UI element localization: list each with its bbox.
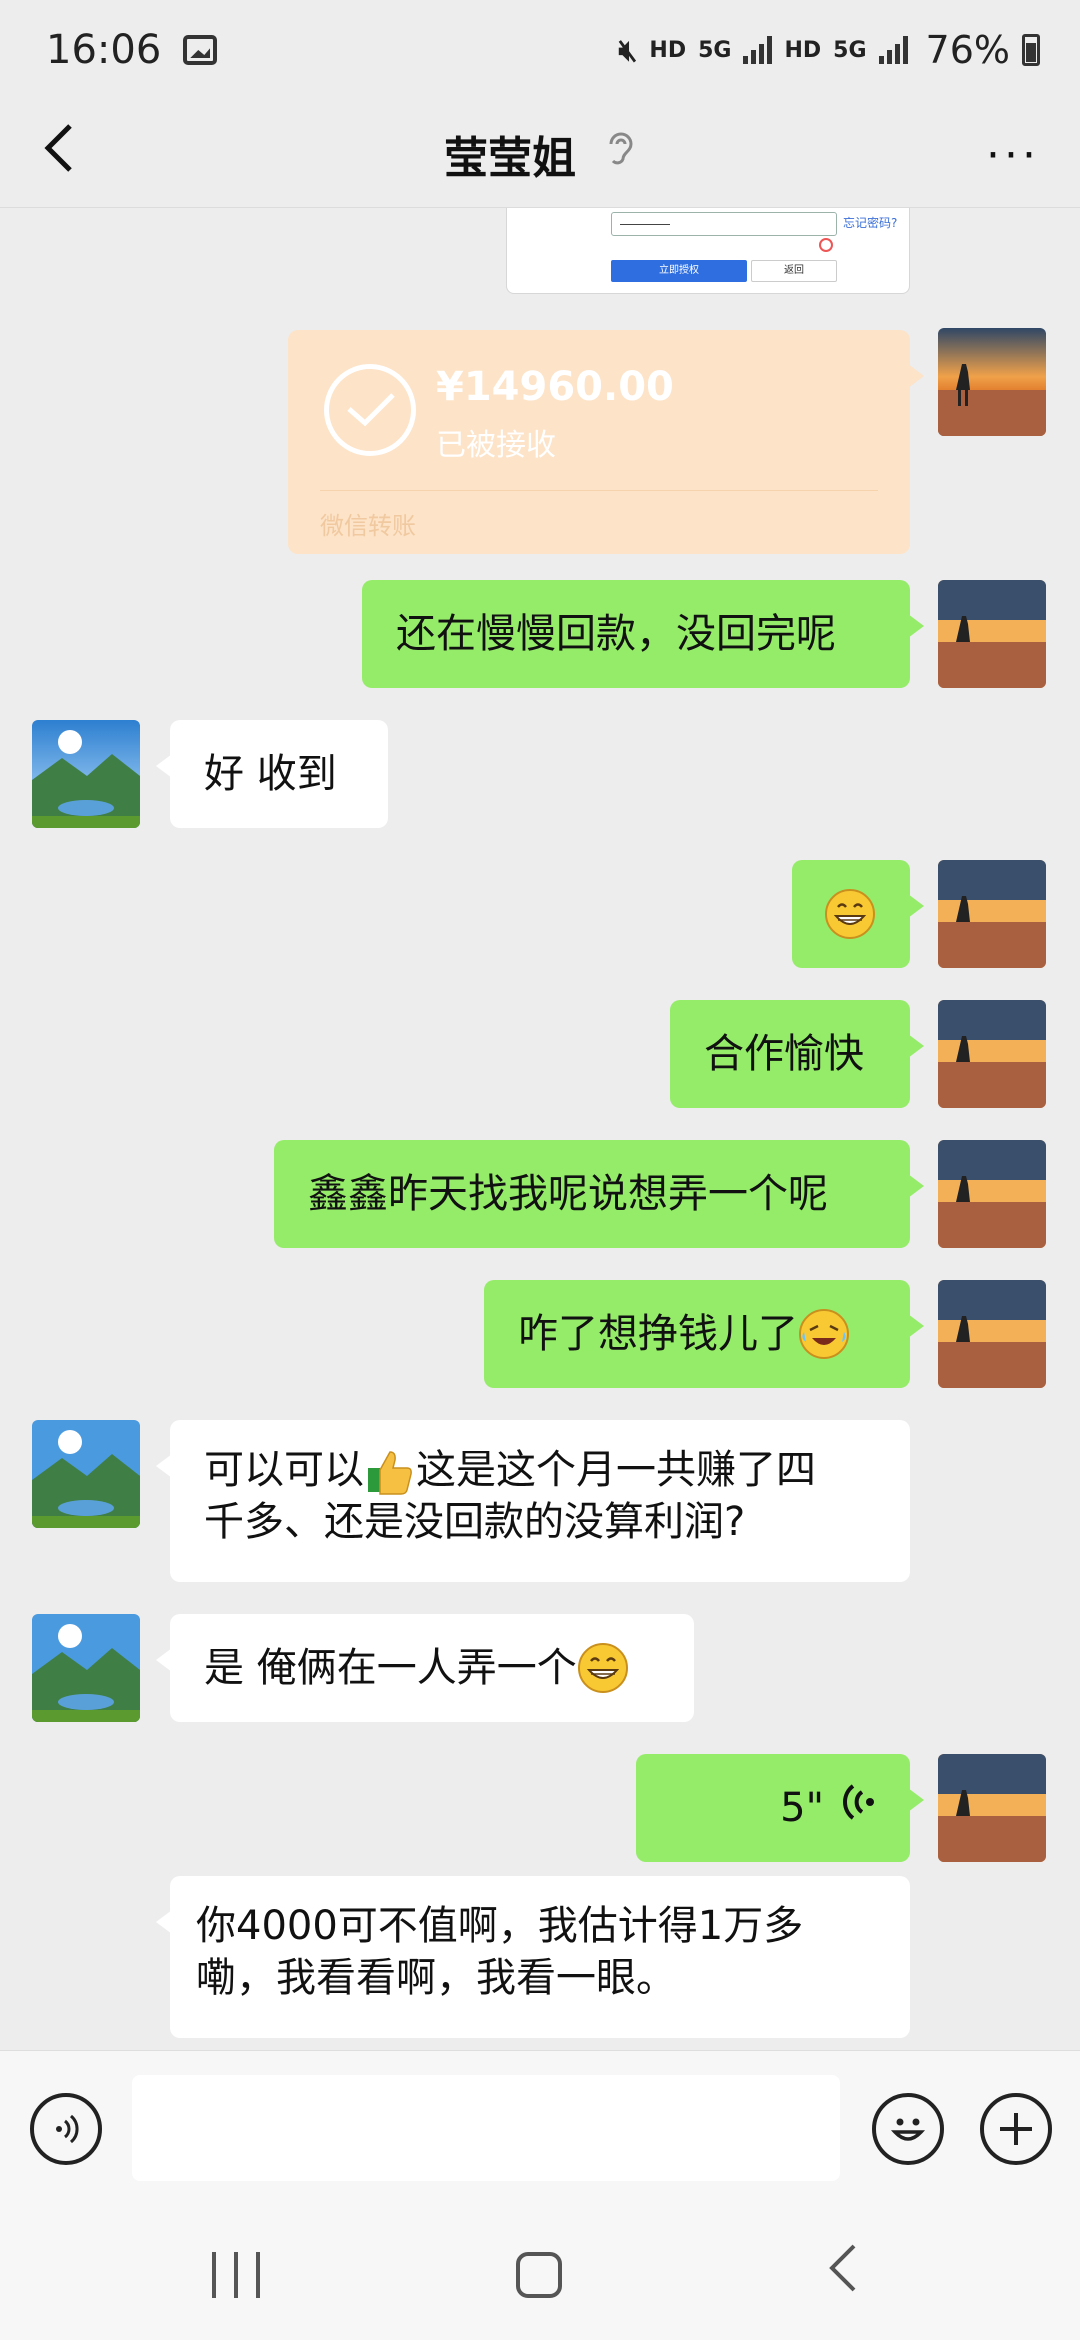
- signal-icon: [743, 36, 773, 64]
- divider: [320, 490, 878, 491]
- my-avatar[interactable]: [938, 860, 1046, 968]
- hd-label: HD: [784, 37, 822, 63]
- message-bubble[interactable]: 你4000可不值啊，我估计得1万多 嘞，我看看啊，我看一眼。: [156, 1876, 910, 2038]
- password-field-image: [611, 212, 837, 236]
- battery-icon: [1022, 34, 1040, 66]
- message-bubble[interactable]: 合作愉快: [670, 1000, 924, 1108]
- hd-label: HD: [649, 37, 687, 63]
- chat-header: 莹莹姐 ···: [0, 100, 1080, 208]
- transfer-status: 已被接收: [436, 428, 556, 463]
- mute-icon: 🔇︎: [618, 32, 638, 68]
- my-avatar[interactable]: [938, 1280, 1046, 1388]
- battery-percent: 76%: [925, 28, 1010, 72]
- back-button-image: 返回: [751, 260, 837, 282]
- grinning-face-icon: [577, 1642, 629, 1694]
- status-indicators: 🔇︎ HD 5G HD 5G 76%: [618, 28, 1040, 72]
- message-list[interactable]: 忘记密码? 立即授权 返回 ¥14960.00 已被接收 微信转账 还在慢慢回款…: [0, 208, 1080, 2050]
- message-text: 是 俺俩在一人弄一个: [204, 1645, 577, 1691]
- more-button[interactable]: ···: [986, 130, 1040, 181]
- contact-avatar[interactable]: [32, 1614, 140, 1722]
- transfer-label: 微信转账: [320, 512, 416, 540]
- system-navigation-bar: [0, 2210, 1080, 2340]
- network-label: 5G: [833, 37, 867, 63]
- input-bar: [0, 2050, 1080, 2210]
- message-bubble[interactable]: 还在慢慢回款，没回完呢: [362, 580, 924, 688]
- emoji-icon: [890, 2118, 926, 2141]
- back-button[interactable]: [40, 118, 100, 188]
- message-text: 可以可以: [204, 1447, 364, 1493]
- check-circle-icon: [324, 364, 416, 456]
- message-text: 还在慢慢回款，没回完呢: [396, 611, 836, 657]
- my-avatar[interactable]: [938, 580, 1046, 688]
- message-text: 这是这个月一共赚了四: [416, 1447, 816, 1493]
- plus-icon: [1000, 2113, 1032, 2145]
- transfer-amount: ¥14960.00: [436, 364, 674, 410]
- emoji-button[interactable]: [872, 2093, 944, 2165]
- message-text: 鑫鑫昨天找我呢说想弄一个呢: [308, 1171, 828, 1217]
- message-bubble[interactable]: 可以可以 这是这个月一共赚了四 千多、还是没回款的没算利润?: [156, 1420, 910, 1582]
- voice-message[interactable]: 5": [636, 1754, 924, 1862]
- message-input[interactable]: [132, 2075, 840, 2181]
- transfer-message[interactable]: ¥14960.00 已被接收 微信转账: [288, 330, 924, 554]
- message-text: 好 收到: [204, 751, 337, 797]
- status-bar: 16:06 🔇︎ HD 5G HD 5G 76%: [0, 0, 1080, 100]
- authorize-button-image: 立即授权: [611, 260, 747, 282]
- system-back-button[interactable]: [826, 2240, 860, 2311]
- status-time: 16:06: [46, 27, 162, 73]
- message-bubble[interactable]: 咋了想挣钱儿了: [484, 1280, 924, 1388]
- more-actions-button[interactable]: [980, 2093, 1052, 2165]
- chat-title: 莹莹姐: [444, 132, 576, 184]
- my-avatar[interactable]: [938, 1000, 1046, 1108]
- contact-avatar[interactable]: [32, 720, 140, 828]
- forgot-password-link: 忘记密码?: [843, 216, 898, 230]
- message-bubble[interactable]: [792, 860, 924, 968]
- message-bubble[interactable]: 好 收到: [156, 720, 388, 828]
- error-dot: [819, 238, 833, 252]
- message-bubble[interactable]: 是 俺俩在一人弄一个: [156, 1614, 694, 1722]
- image-message[interactable]: 忘记密码? 立即授权 返回: [506, 208, 910, 294]
- my-avatar[interactable]: [938, 1140, 1046, 1248]
- voice-icon: [56, 2114, 79, 2144]
- chevron-left-icon: [44, 124, 72, 172]
- network-label: 5G: [698, 37, 732, 63]
- message-text: 嘞，我看看啊，我看一眼。: [196, 1955, 676, 2001]
- voice-input-button[interactable]: [30, 2093, 102, 2165]
- signal-icon: [878, 36, 908, 64]
- voice-duration: 5": [780, 1785, 824, 1831]
- grinning-face-icon: [824, 888, 876, 940]
- my-avatar[interactable]: [938, 328, 1046, 436]
- thumbs-up-icon: [364, 1444, 416, 1496]
- recents-button[interactable]: [212, 2252, 260, 2298]
- voice-wave-icon: [842, 1782, 876, 1835]
- my-avatar[interactable]: [938, 1754, 1046, 1862]
- ear-icon[interactable]: [606, 129, 636, 178]
- contact-avatar[interactable]: [32, 1420, 140, 1528]
- message-bubble[interactable]: 鑫鑫昨天找我呢说想弄一个呢: [274, 1140, 924, 1248]
- message-text: 咋了想挣钱儿了: [518, 1311, 798, 1357]
- message-text: 合作愉快: [704, 1031, 864, 1077]
- message-text: 你4000可不值啊，我估计得1万多: [196, 1903, 804, 1949]
- message-text: 千多、还是没回款的没算利润?: [204, 1499, 746, 1545]
- home-button[interactable]: [516, 2252, 562, 2298]
- gallery-icon: [183, 35, 218, 65]
- laughing-face-icon: [798, 1308, 850, 1360]
